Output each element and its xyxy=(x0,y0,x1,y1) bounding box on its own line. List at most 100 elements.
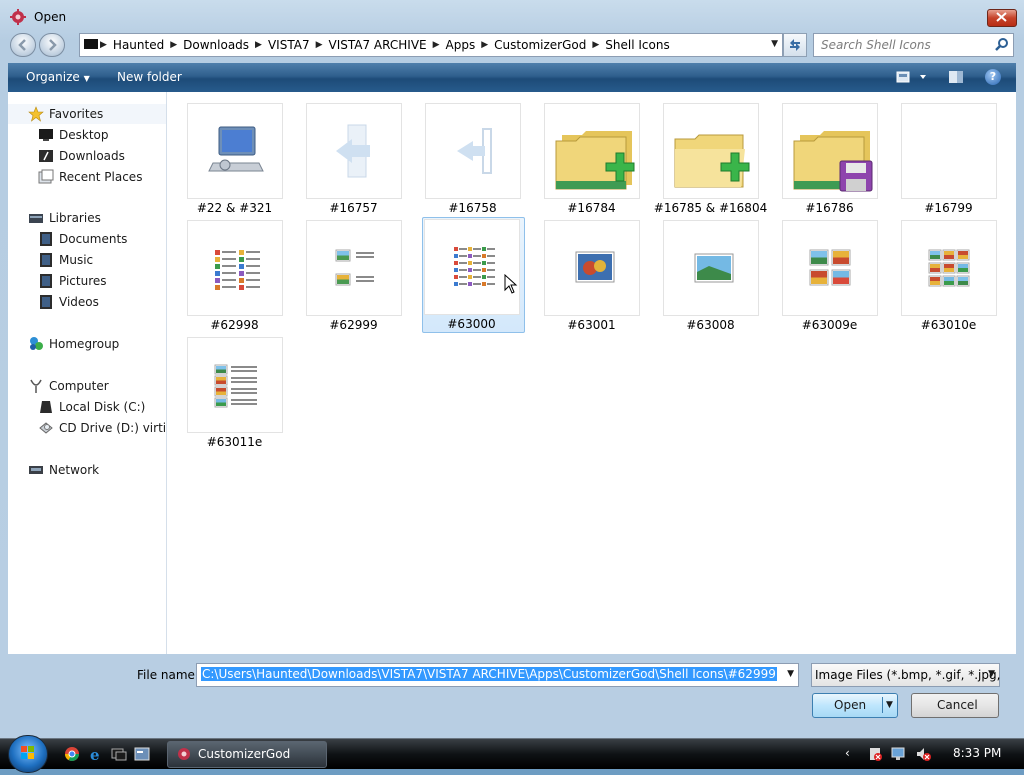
nav-homegroup[interactable]: Homegroup xyxy=(28,334,119,354)
file-item[interactable]: #63010e xyxy=(900,219,997,333)
refresh-button[interactable] xyxy=(783,33,807,57)
close-button[interactable] xyxy=(987,9,1017,27)
show-hidden-icons-button[interactable]: ‹ xyxy=(845,746,850,760)
tiles-view-icon xyxy=(335,249,374,286)
breadcrumb-item[interactable]: VISTA7 ARCHIVE xyxy=(323,38,433,52)
system-clock[interactable]: 8:33 PM xyxy=(953,746,1001,760)
nav-desktop[interactable]: Desktop xyxy=(38,125,109,145)
file-item[interactable]: #16785 & #16804 xyxy=(654,102,767,216)
organize-button[interactable]: Organize ▼ xyxy=(26,70,90,84)
file-item-label: #16784 xyxy=(567,201,616,215)
network-status-icon[interactable] xyxy=(891,746,907,762)
file-name-dropdown-icon[interactable]: ▼ xyxy=(787,669,794,679)
organize-label: Organize xyxy=(26,70,80,84)
file-item[interactable]: #63001 xyxy=(543,219,640,333)
breadcrumb-item[interactable]: VISTA7 xyxy=(262,38,316,52)
breadcrumb-separator-icon[interactable]: ▶ xyxy=(592,40,599,50)
switch-windows-icon[interactable] xyxy=(134,746,150,762)
chrome-icon[interactable] xyxy=(64,746,80,762)
breadcrumb-separator-icon[interactable]: ▶ xyxy=(481,40,488,50)
file-item[interactable]: #16784 xyxy=(543,102,640,216)
details-list-icon xyxy=(215,250,260,290)
search-icon[interactable] xyxy=(995,37,1009,51)
search-placeholder: Search Shell Icons xyxy=(821,38,931,52)
libraries-icon xyxy=(29,214,43,223)
thumbnail-frame xyxy=(901,103,997,199)
title-bar[interactable]: Open xyxy=(0,0,1024,32)
file-item[interactable]: #63011e xyxy=(186,336,283,450)
file-item-label: #62999 xyxy=(329,318,378,332)
nav-downloads[interactable]: Downloads xyxy=(38,146,125,166)
thumbnail-frame xyxy=(782,220,878,316)
file-item[interactable]: #16799 xyxy=(900,102,997,216)
open-button-label: Open xyxy=(834,698,867,712)
nav-local-disk[interactable]: Local Disk (C:) xyxy=(38,397,145,417)
address-dropdown-icon[interactable]: ▼ xyxy=(771,39,778,49)
new-folder-button[interactable]: New folder xyxy=(117,70,182,84)
nav-documents[interactable]: Documents xyxy=(38,229,127,249)
open-split-arrow-icon[interactable]: ▼ xyxy=(886,700,893,710)
change-view-icon[interactable] xyxy=(896,69,932,85)
nav-recent-places-label: Recent Places xyxy=(59,170,143,184)
start-button[interactable] xyxy=(8,735,48,773)
file-item[interactable]: #62998 xyxy=(186,219,283,333)
file-item[interactable]: #22 & #321 xyxy=(186,102,283,216)
nav-music[interactable]: Music xyxy=(38,250,93,270)
cancel-button[interactable]: Cancel xyxy=(911,693,999,718)
file-list[interactable]: #22 & #321 #16757 #16758 #16784 #16785 & #16… xyxy=(167,92,1016,654)
show-desktop-icon[interactable] xyxy=(111,746,127,762)
mouse-cursor-icon xyxy=(504,273,518,297)
action-center-icon[interactable] xyxy=(867,746,883,762)
file-item[interactable]: #62999 xyxy=(305,219,402,333)
nav-cd-drive[interactable]: CD Drive (D:) virtio-w xyxy=(38,418,166,438)
file-name-input[interactable]: C:\Users\Haunted\Downloads\VISTA7\VISTA7… xyxy=(196,663,799,687)
nav-homegroup-label: Homegroup xyxy=(49,337,120,351)
taskbar-item-customizergod[interactable]: CustomizerGod xyxy=(167,741,327,768)
breadcrumb-item[interactable]: Shell Icons xyxy=(599,38,675,52)
breadcrumb-separator-icon[interactable]: ▶ xyxy=(100,40,107,50)
file-item[interactable]: #16786 xyxy=(781,102,878,216)
back-button[interactable] xyxy=(10,33,36,57)
nav-recent-places[interactable]: Recent Places xyxy=(38,167,142,187)
file-item[interactable]: #16758 xyxy=(424,102,521,216)
nav-favorites[interactable]: Favorites xyxy=(28,104,103,124)
file-type-select[interactable]: Image Files (*.bmp, *.gif, *.jpg, ▼ xyxy=(811,663,1000,687)
file-item-label: #63001 xyxy=(567,318,616,332)
nav-videos[interactable]: Videos xyxy=(38,292,99,312)
help-button[interactable]: ? xyxy=(985,69,1001,85)
file-item[interactable]: #63009e xyxy=(781,219,878,333)
file-item-label: #63009e xyxy=(801,318,858,332)
small-photos-icon xyxy=(809,249,851,286)
videos-icon xyxy=(40,295,52,309)
breadcrumb-separator-icon[interactable]: ▶ xyxy=(170,40,177,50)
address-bar[interactable]: ▶ Haunted ▶ Downloads ▶ VISTA7 ▶ VISTA7 ARCHIVE… xyxy=(79,33,783,57)
file-item[interactable]: #63008 xyxy=(662,219,759,333)
downloads-icon xyxy=(39,150,53,162)
volume-muted-icon[interactable] xyxy=(915,746,931,762)
preview-pane-icon[interactable] xyxy=(948,69,964,85)
thumbnail-frame xyxy=(544,220,640,316)
breadcrumb-item[interactable]: CustomizerGod xyxy=(488,38,592,52)
file-item-label: #16758 xyxy=(448,201,497,215)
homegroup-icon xyxy=(30,337,43,350)
breadcrumb-separator-icon[interactable]: ▶ xyxy=(255,40,262,50)
thumbnail-frame xyxy=(901,220,997,316)
file-item[interactable]: #16757 xyxy=(305,102,402,216)
internet-explorer-icon[interactable]: e xyxy=(88,746,104,762)
file-item-label: #16786 xyxy=(805,201,854,215)
nav-computer[interactable]: Computer xyxy=(28,376,109,396)
breadcrumb-item[interactable]: Haunted xyxy=(107,38,170,52)
breadcrumb-item[interactable]: Downloads xyxy=(177,38,255,52)
breadcrumb-separator-icon[interactable]: ▶ xyxy=(433,40,440,50)
open-button[interactable]: Open ▼ xyxy=(812,693,898,718)
svg-text:e: e xyxy=(90,746,100,762)
nav-libraries[interactable]: Libraries xyxy=(28,208,101,228)
breadcrumb-item[interactable]: Apps xyxy=(440,38,482,52)
nav-pictures[interactable]: Pictures xyxy=(38,271,107,291)
nav-local-disk-label: Local Disk (C:) xyxy=(59,400,146,414)
forward-button[interactable] xyxy=(39,33,65,57)
search-input[interactable]: Search Shell Icons xyxy=(813,33,1014,57)
nav-network[interactable]: Network xyxy=(28,460,99,480)
medium-photo-icon xyxy=(694,253,734,283)
breadcrumb-separator-icon[interactable]: ▶ xyxy=(316,40,323,50)
